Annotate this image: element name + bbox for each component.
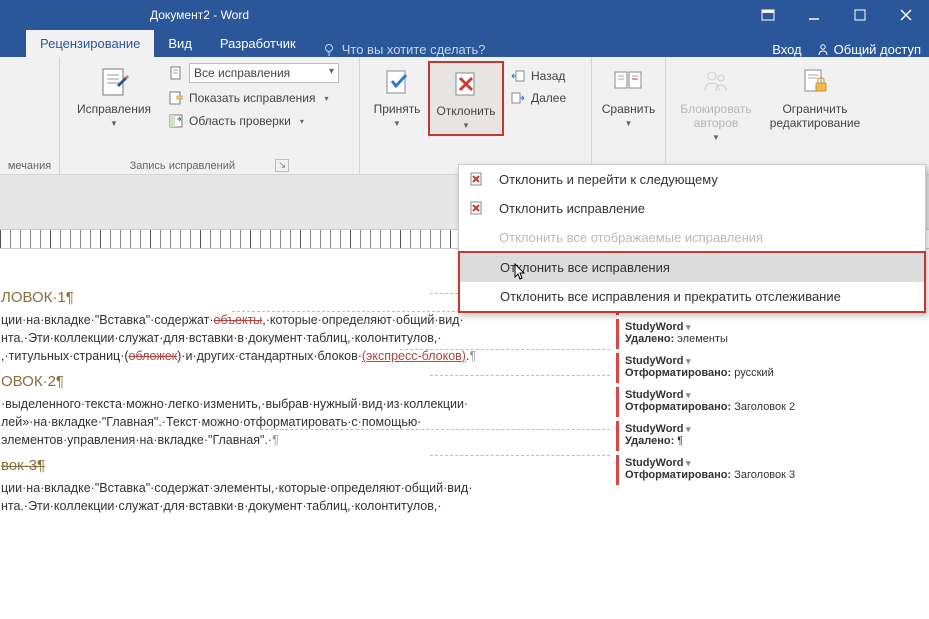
paragraph: ·выделенного·текста·можно·легко·изменить…: [1, 395, 600, 413]
group-comments: мечания: [0, 57, 60, 174]
show-markup-dropdown[interactable]: Показать исправления ▾: [166, 88, 341, 108]
menu-reject-change[interactable]: Отклонить исправление: [459, 194, 925, 223]
previous-icon: [510, 68, 526, 84]
revision-author: StudyWord: [625, 423, 919, 435]
ribbon-tabs: Рецензирование Вид Разработчик Что вы хо…: [0, 30, 929, 57]
revision-author: StudyWord: [625, 355, 919, 367]
accept-button[interactable]: Принять ▼: [366, 61, 428, 132]
titlebar: Документ2 - Word: [0, 0, 929, 30]
restrict-editing-button[interactable]: Ограничить редактирование: [760, 61, 870, 135]
group-tracking-label: Запись исправлений: [130, 160, 235, 172]
accept-icon: [380, 65, 414, 99]
chevron-down-icon: ▼: [625, 119, 633, 128]
paragraph: нта.·Эти·коллекции·служат·для·вставки·в·…: [1, 329, 600, 347]
group-changes: Принять ▼ Отклонить ▼ Назад: [360, 57, 592, 174]
reject-button[interactable]: Отклонить ▼: [428, 61, 504, 136]
mouse-cursor-icon: [514, 263, 528, 281]
display-for-review-dropdown[interactable]: Все исправления: [166, 61, 341, 85]
menu-reject-shown: Отклонить все отображаемые исправления: [459, 223, 925, 252]
menu-reject-and-next[interactable]: Отклонить и перейти к следующему: [459, 165, 925, 194]
reviewing-pane-dropdown[interactable]: Область проверки ▾: [166, 111, 341, 131]
paragraph: элементов·управления·на·вкладке·"Главная…: [1, 431, 600, 449]
maximize-icon[interactable]: [837, 0, 883, 30]
reject-dropdown-menu: Отклонить и перейти к следующему Отклони…: [458, 164, 926, 313]
dialog-launcher-icon[interactable]: ↘: [275, 159, 289, 172]
next-icon: [510, 90, 526, 106]
share-button[interactable]: Общий доступ: [816, 42, 921, 57]
chevron-down-icon: ▾: [300, 117, 304, 126]
tell-me-search[interactable]: Что вы хотите сделать?: [322, 42, 486, 57]
group-comments-label: мечания: [6, 158, 53, 172]
heading-3: вок·3¶: [1, 455, 600, 477]
chevron-down-icon: ▼: [462, 121, 470, 130]
revision-detail: Отформатировано: Заголовок 3: [625, 469, 919, 481]
revision-item[interactable]: StudyWordУдалено: элементы: [616, 319, 923, 349]
revision-detail: Удалено: элементы: [625, 333, 919, 345]
group-protect: Блокировать авторов ▼ Ограничить редакти…: [666, 57, 876, 174]
revision-item[interactable]: StudyWordОтформатировано: Заголовок 3: [616, 455, 923, 485]
group-compare: Сравнить ▼: [592, 57, 666, 174]
page-icon: [168, 65, 184, 81]
chevron-down-icon: ▼: [712, 133, 720, 142]
paragraph: ции·на·вкладке·"Вставка"·содержат·объект…: [1, 311, 600, 329]
compare-icon: [612, 65, 646, 99]
tell-me-placeholder: Что вы хотите сделать?: [342, 42, 486, 57]
revision-detail: Удалено: ¶: [625, 435, 919, 447]
next-change-button[interactable]: Далее: [508, 89, 568, 107]
revision-author: StudyWord: [625, 321, 919, 333]
revision-author: StudyWord: [625, 389, 919, 401]
markup-icon: [168, 90, 184, 106]
block-authors-icon: [699, 65, 733, 99]
ribbon-display-options-icon[interactable]: [745, 0, 791, 30]
reject-icon: [449, 67, 483, 101]
menu-reject-all[interactable]: Отклонить все исправления: [460, 253, 924, 282]
reject-icon: [469, 200, 485, 216]
previous-change-button[interactable]: Назад: [508, 67, 568, 85]
compare-button[interactable]: Сравнить ▼: [598, 61, 659, 132]
sign-in-link[interactable]: Вход: [772, 42, 801, 57]
track-changes-button[interactable]: Исправления ▼: [66, 61, 162, 132]
reject-icon: [469, 171, 485, 187]
revision-item[interactable]: StudyWordУдалено: ¶: [616, 421, 923, 451]
close-icon[interactable]: [883, 0, 929, 30]
paragraph: нта.·Эти·коллекции·служат·для·вставки·в·…: [1, 497, 600, 515]
revision-item[interactable]: StudyWordОтформатировано: Заголовок 2: [616, 387, 923, 417]
minimize-icon[interactable]: [791, 0, 837, 30]
chevron-down-icon: ▾: [325, 94, 329, 103]
restrict-icon: [798, 65, 832, 99]
tab-developer[interactable]: Разработчик: [206, 30, 310, 57]
window-controls: [745, 0, 929, 30]
revision-detail: Отформатировано: русский: [625, 367, 919, 379]
chevron-down-icon: ▼: [393, 119, 401, 128]
ribbon: мечания Исправления ▼ Все исправления: [0, 57, 929, 175]
revision-detail: Отформатировано: Заголовок 2: [625, 401, 919, 413]
chevron-down-icon: ▼: [110, 119, 118, 128]
share-icon: [816, 43, 830, 57]
revision-item[interactable]: StudyWordОтформатировано: русский: [616, 353, 923, 383]
paragraph: ции·на·вкладке·"Вставка"·содержат·элемен…: [1, 479, 600, 497]
tab-view[interactable]: Вид: [154, 30, 206, 57]
group-tracking: Исправления ▼ Все исправления Показать и…: [60, 57, 360, 174]
lightbulb-icon: [322, 43, 336, 57]
menu-reject-all-stop[interactable]: Отклонить все исправления и прекратить о…: [460, 282, 924, 311]
tab-review[interactable]: Рецензирование: [26, 30, 154, 57]
track-changes-icon: [97, 65, 131, 99]
block-authors-button: Блокировать авторов ▼: [672, 61, 760, 146]
revision-author: StudyWord: [625, 457, 919, 469]
window-title: Документ2 - Word: [150, 8, 249, 22]
reviewing-pane-icon: [168, 113, 184, 129]
